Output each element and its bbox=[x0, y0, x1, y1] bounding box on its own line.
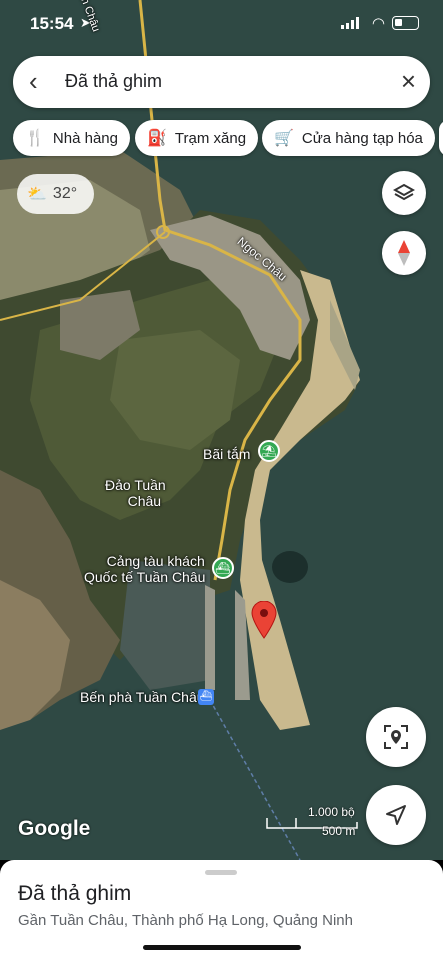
search-bar[interactable]: ‹ Đã thả ghim × bbox=[13, 56, 430, 108]
category-chips: 🍴 Nhà hàng ⛽ Trạm xăng 🛒 Cửa hàng tạp hó… bbox=[0, 120, 443, 156]
battery-icon bbox=[392, 16, 419, 30]
signal-icon bbox=[341, 17, 359, 29]
port-label-line2: Quốc tế Tuần Châu bbox=[84, 569, 206, 585]
island-label-line1: Đảo Tuần bbox=[105, 477, 166, 493]
chip-restaurants-label: Nhà hàng bbox=[52, 129, 118, 147]
gas-station-icon: ⛽ bbox=[147, 130, 167, 147]
layers-icon bbox=[393, 183, 415, 201]
scale-upper: 1.000 bộ bbox=[308, 805, 355, 819]
chip-grocery-label: Cửa hàng tạp hóa bbox=[301, 129, 423, 147]
home-indicator[interactable] bbox=[143, 945, 301, 950]
cart-icon: 🛒 bbox=[274, 130, 294, 147]
layers-button[interactable] bbox=[382, 171, 426, 215]
sheet-drag-handle[interactable] bbox=[205, 870, 237, 875]
place-title: Đã thả ghim bbox=[18, 882, 132, 905]
my-location-button[interactable] bbox=[366, 785, 426, 845]
scan-location-icon bbox=[384, 725, 408, 749]
dropped-pin-icon[interactable] bbox=[251, 601, 277, 639]
chip-more[interactable] bbox=[439, 120, 443, 156]
weather-badge[interactable]: ⛅ 32° bbox=[17, 174, 94, 214]
island-label-line2: Châu bbox=[127, 493, 162, 509]
port-label[interactable]: Cảng tàu khách Quốc tế Tuần Châu bbox=[84, 553, 205, 585]
close-icon[interactable]: × bbox=[401, 66, 416, 96]
weather-temp: 32° bbox=[52, 185, 78, 202]
restaurant-icon: 🍴 bbox=[25, 130, 45, 147]
partly-cloudy-icon: ⛅ bbox=[27, 186, 47, 203]
google-logo: Google bbox=[18, 817, 91, 840]
port-label-line1: Cảng tàu khách bbox=[106, 553, 205, 569]
status-bar: 15:54 ➤ ◠ bbox=[0, 0, 443, 48]
chip-gas-stations-label: Trạm xăng bbox=[174, 129, 247, 147]
wifi-icon: ◠ bbox=[371, 15, 385, 32]
back-arrow-icon[interactable]: ‹ bbox=[29, 67, 57, 95]
search-query[interactable]: Đã thả ghim bbox=[65, 71, 162, 92]
map-scale: 1.000 bộ 500 m bbox=[266, 805, 358, 843]
map-view[interactable]: 15:54 ➤ ◠ Ngọc Châu Tuần Châu Bãi tắm ⛱ … bbox=[0, 0, 443, 860]
poi-label-beach[interactable]: Bãi tắm bbox=[203, 446, 250, 462]
port-poi-icon[interactable]: ⛴ bbox=[212, 557, 234, 579]
chip-restaurants[interactable]: 🍴 Nhà hàng bbox=[13, 120, 130, 156]
compass-icon bbox=[398, 240, 410, 266]
ferry-poi-icon[interactable]: ⛴ bbox=[198, 689, 214, 705]
island-label: Đảo Tuần Châu bbox=[105, 477, 166, 509]
navigation-arrow-icon bbox=[386, 805, 406, 825]
ferry-label[interactable]: Bến phà Tuần Châu bbox=[80, 689, 205, 705]
chip-gas-stations[interactable]: ⛽ Trạm xăng bbox=[135, 120, 259, 156]
status-time: 15:54 bbox=[30, 14, 74, 33]
place-subtitle: Gần Tuần Châu, Thành phố Hạ Long, Quảng … bbox=[18, 912, 353, 929]
scale-lower: 500 m bbox=[322, 824, 356, 838]
lens-search-button[interactable] bbox=[366, 707, 426, 767]
chip-grocery[interactable]: 🛒 Cửa hàng tạp hóa bbox=[262, 120, 435, 156]
compass-button[interactable] bbox=[382, 231, 426, 275]
beach-poi-icon[interactable]: ⛱ bbox=[258, 440, 280, 462]
